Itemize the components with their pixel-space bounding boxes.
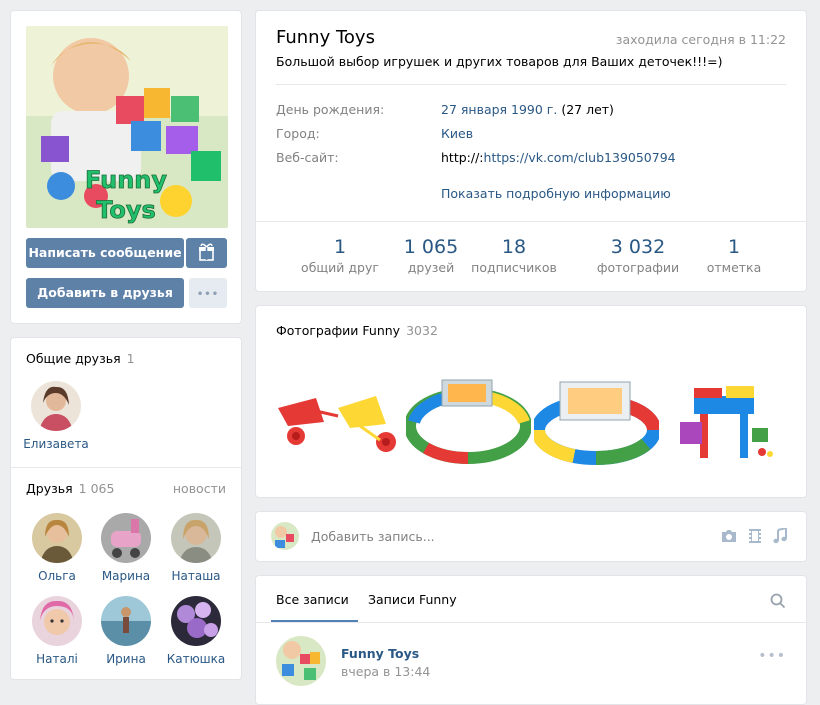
wall-post-author-avatar[interactable] — [276, 636, 326, 686]
photo-thumbnail-sandbox-ring[interactable] — [406, 366, 531, 466]
photos-title: Фотографии Funny — [276, 323, 401, 338]
gift-button[interactable] — [186, 238, 227, 268]
avatar-text-funny: Funny — [85, 166, 167, 194]
avatar-photo-small — [271, 522, 299, 550]
counter-label: фотографии — [596, 260, 680, 275]
friend-name: Наталі — [36, 652, 78, 666]
video-icon[interactable] — [747, 528, 763, 544]
show-full-info-link[interactable]: Показать подробную информацию — [441, 186, 671, 201]
friend-avatar — [32, 513, 82, 563]
friend-name: Ольга — [38, 569, 76, 583]
friend-name: Марина — [101, 569, 151, 583]
website-label: Веб-сайт: — [276, 150, 339, 165]
mutual-friends-heading[interactable]: Общие друзья 1 — [26, 351, 135, 366]
counter-value: 18 — [501, 236, 527, 258]
add-friend-button[interactable]: Добавить в друзья — [26, 278, 184, 308]
friend-name: Наташа — [171, 569, 221, 583]
camera-icon[interactable] — [720, 528, 738, 544]
photo-thumbnail-water-table[interactable] — [666, 366, 786, 466]
friends-heading[interactable]: Друзья 1 065 — [26, 481, 114, 496]
mutual-friend-item[interactable]: Елизавета — [21, 381, 91, 451]
counter-photos[interactable]: 3 032 фотографии — [583, 236, 693, 275]
avatar-photo: Funny Toys — [26, 26, 228, 228]
more-actions-button[interactable]: ••• — [189, 278, 227, 308]
last-seen-status: заходила сегодня в 11:22 — [615, 32, 786, 47]
photo-thumbnail-wheelbarrows[interactable] — [276, 366, 401, 466]
page-title: Funny Toys — [276, 27, 375, 48]
city-label: Город: — [276, 126, 320, 141]
website-value: http://:https://vk.com/club139050794 — [441, 150, 676, 165]
more-dots-icon: ••• — [196, 289, 220, 300]
website-prefix: http://: — [441, 150, 484, 165]
friends-count: 1 065 — [78, 481, 115, 496]
avatar-photo-medium — [276, 636, 326, 686]
birthday-age: (27 лет) — [557, 102, 614, 117]
friend-name: Елизавета — [23, 437, 89, 451]
divider — [256, 622, 806, 623]
music-icon[interactable] — [772, 528, 788, 544]
profile-avatar-card: Funny Toys Написать сообщение Добавить в… — [10, 10, 242, 324]
wall-post-more-button[interactable]: ••• — [758, 648, 786, 664]
counter-followers[interactable]: 18 подписчиков — [459, 236, 569, 275]
send-message-button[interactable]: Написать сообщение — [26, 238, 184, 268]
new-post-input[interactable]: Добавить запись... — [311, 529, 435, 544]
friend-item[interactable]: Наташа — [161, 513, 231, 583]
website-link[interactable]: https://vk.com/club139050794 — [484, 150, 676, 165]
photo-thumbnail-sandbox-box[interactable] — [534, 366, 659, 466]
counter-label: отметка — [706, 260, 762, 275]
photos-heading[interactable]: Фотографии Funny 3032 — [276, 323, 438, 338]
profile-avatar[interactable]: Funny Toys — [26, 26, 228, 228]
friend-avatar — [101, 596, 151, 646]
profile-status: Большой выбор игрушек и других товаров д… — [276, 54, 723, 69]
tab-owner-posts[interactable]: Записи Funny — [368, 592, 457, 607]
counter-value: 3 032 — [610, 236, 666, 258]
friends-card: Общие друзья 1 Елизавета Друзья 1 065 ново… — [10, 337, 242, 680]
friend-item[interactable]: Марина — [91, 513, 161, 583]
wall-post-timestamp[interactable]: вчера в 13:44 — [341, 664, 430, 679]
mutual-friends-count: 1 — [126, 351, 135, 366]
friend-avatar — [171, 596, 221, 646]
post-author-avatar — [271, 522, 299, 550]
friend-avatar — [171, 513, 221, 563]
search-icon[interactable] — [770, 593, 786, 609]
friend-item[interactable]: Наталі — [22, 596, 92, 666]
avatar-text-toys: Toys — [96, 196, 156, 224]
wall-card: Все записи Записи Funny Funny Toys вчера… — [255, 575, 807, 705]
gift-icon — [199, 243, 214, 261]
tab-all-posts[interactable]: Все записи — [276, 592, 349, 607]
divider — [276, 84, 786, 85]
friend-avatar — [31, 381, 81, 431]
friend-item[interactable]: Ирина — [91, 596, 161, 666]
divider — [256, 221, 806, 222]
photos-count: 3032 — [406, 323, 438, 338]
friend-avatar — [101, 513, 151, 563]
city-link[interactable]: Киев — [441, 126, 473, 141]
divider — [11, 467, 241, 468]
new-post-card: Добавить запись... — [255, 511, 807, 562]
birthday-date-link[interactable]: 27 января 1990 г. — [441, 102, 557, 117]
friend-name: Ирина — [106, 652, 146, 666]
birthday-label: День рождения: — [276, 102, 385, 117]
mutual-friends-title: Общие друзья — [26, 351, 121, 366]
profile-info-card: Funny Toys заходила сегодня в 11:22 Боль… — [255, 10, 807, 292]
wall-post-author-name[interactable]: Funny Toys — [341, 646, 419, 661]
photos-card: Фотографии Funny 3032 — [255, 305, 807, 498]
friends-title: Друзья — [26, 481, 73, 496]
birthday-value: 27 января 1990 г. (27 лет) — [441, 102, 614, 117]
friend-item[interactable]: Ольга — [22, 513, 92, 583]
friends-news-link[interactable]: новости — [173, 481, 226, 496]
friend-item[interactable]: Катюшка — [161, 596, 231, 666]
counter-tags[interactable]: 1 отметка — [679, 236, 789, 275]
friend-avatar — [32, 596, 82, 646]
counter-value: 1 — [727, 236, 741, 258]
friend-name: Катюшка — [166, 652, 226, 666]
counter-label: подписчиков — [471, 260, 557, 275]
